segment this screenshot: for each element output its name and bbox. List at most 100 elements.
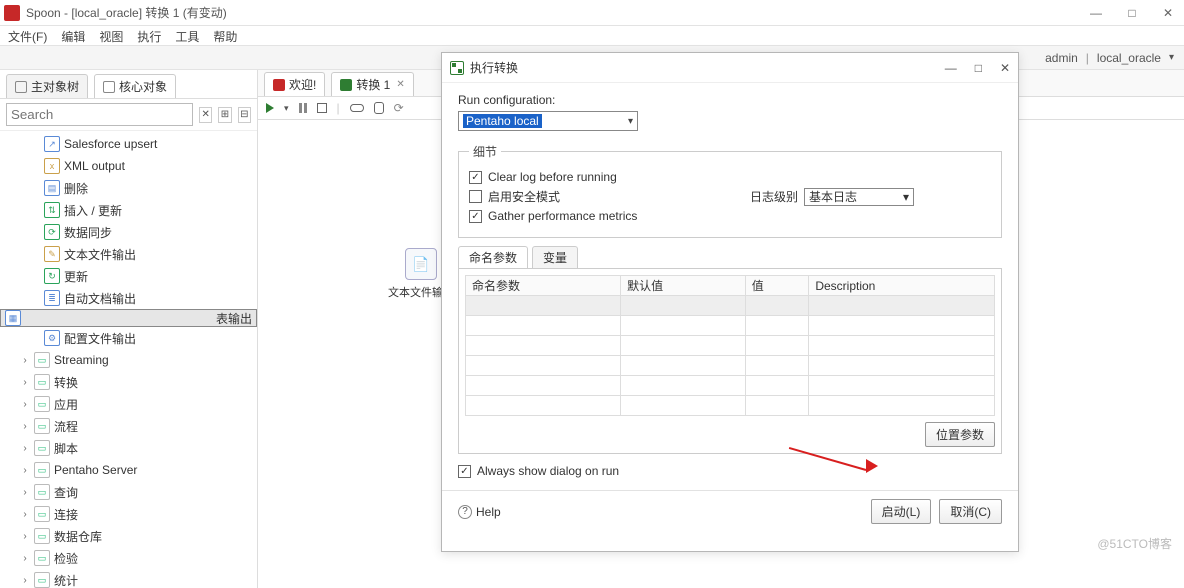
window-close-button[interactable]: ✕: [1162, 7, 1174, 19]
folder-icon: ▭: [34, 484, 50, 500]
tree-folder[interactable]: ›▭Pentaho Server: [0, 459, 257, 481]
tab-named-params[interactable]: 命名参数: [458, 246, 528, 268]
tree-folder-label: 脚本: [54, 440, 78, 457]
tree-folder-label: 数据仓库: [54, 528, 102, 545]
dialog-close-button[interactable]: ✕: [1000, 61, 1010, 75]
position-params-button[interactable]: 位置参数: [925, 422, 995, 447]
chevron-right-icon: ›: [20, 399, 30, 410]
tree-folder-label: 连接: [54, 506, 78, 523]
checkbox-always-show[interactable]: ✓: [458, 465, 471, 478]
identity-chevron-icon[interactable]: ▾: [1169, 52, 1174, 63]
tree-item[interactable]: ⚙配置文件输出: [0, 327, 257, 349]
debug-icon[interactable]: [374, 102, 384, 114]
tree-folder-label: 查询: [54, 484, 78, 501]
tab-welcome[interactable]: 欢迎!: [264, 72, 325, 96]
cancel-button[interactable]: 取消(C): [939, 499, 1002, 524]
tree-item[interactable]: xXML output: [0, 155, 257, 177]
identity-user: admin: [1045, 51, 1078, 65]
tree-folder[interactable]: ›▭查询: [0, 481, 257, 503]
checkbox-always-show-label: Always show dialog on run: [477, 464, 619, 478]
menu-help[interactable]: 帮助: [213, 28, 237, 43]
folder-icon: ▭: [34, 396, 50, 412]
tree-item[interactable]: ≣自动文档输出: [0, 287, 257, 309]
tree-folder-label: 流程: [54, 418, 78, 435]
th-default[interactable]: 默认值: [621, 276, 746, 296]
tree-folder[interactable]: ›▭数据仓库: [0, 525, 257, 547]
replay-icon[interactable]: ⟳: [394, 101, 404, 115]
table-row[interactable]: [466, 356, 995, 376]
checkbox-gather-perf[interactable]: ✓: [469, 210, 482, 223]
tree-folder[interactable]: ›▭连接: [0, 503, 257, 525]
tree-folder[interactable]: ›▭转换: [0, 371, 257, 393]
folder-icon: ▭: [34, 572, 50, 588]
menu-run[interactable]: 执行: [137, 28, 161, 43]
th-value[interactable]: 值: [745, 276, 809, 296]
window-minimize-button[interactable]: —: [1090, 7, 1102, 19]
tree-item[interactable]: ✎文本文件输出: [0, 243, 257, 265]
tree-item[interactable]: ⇅插入 / 更新: [0, 199, 257, 221]
tree-folder[interactable]: ›▭脚本: [0, 437, 257, 459]
table-row[interactable]: [466, 316, 995, 336]
left-panel: 主对象树 核心对象 ✕ ⊞ ⊟ ↗Salesforce upsert xXML …: [0, 70, 258, 588]
menu-view[interactable]: 视图: [99, 28, 123, 43]
tab-core-objects[interactable]: 核心对象: [94, 74, 176, 98]
help-button[interactable]: ?Help: [458, 505, 501, 519]
run-icon[interactable]: [266, 103, 274, 113]
annotation-arrow-icon: [866, 459, 878, 473]
collapse-all-icon[interactable]: ⊟: [238, 107, 251, 123]
launch-button[interactable]: 启动(L): [871, 499, 932, 524]
log-level-select[interactable]: 基本日志▾: [804, 188, 914, 206]
menu-tools[interactable]: 工具: [175, 28, 199, 43]
tab-close-icon[interactable]: ✕: [396, 79, 404, 90]
table-row[interactable]: [466, 336, 995, 356]
search-input[interactable]: [6, 103, 193, 126]
search-clear-icon[interactable]: ✕: [199, 107, 212, 123]
title-bar: Spoon - [local_oracle] 转换 1 (有变动) — □ ✕: [0, 0, 1184, 26]
pause-icon[interactable]: [299, 103, 307, 113]
step-icon: ≣: [44, 290, 60, 306]
tree-icon: [15, 81, 27, 93]
th-name[interactable]: 命名参数: [466, 276, 621, 296]
dialog-maximize-button[interactable]: □: [975, 61, 982, 75]
tree-item[interactable]: ⟳数据同步: [0, 221, 257, 243]
run-dropdown-icon[interactable]: ▾: [284, 103, 289, 114]
dialog-minimize-button[interactable]: —: [945, 61, 957, 75]
menu-edit[interactable]: 编辑: [61, 28, 85, 43]
menu-file[interactable]: 文件(F): [8, 28, 47, 43]
params-panel: 命名参数 默认值 值 Description 位置参数: [458, 269, 1002, 454]
checkbox-clear-log[interactable]: ✓: [469, 171, 482, 184]
tree-folder[interactable]: ›▭应用: [0, 393, 257, 415]
table-row[interactable]: [466, 396, 995, 416]
tree-folder-label: Pentaho Server: [54, 463, 137, 477]
tree-folder[interactable]: ›▭检验: [0, 547, 257, 569]
expand-all-icon[interactable]: ⊞: [218, 107, 231, 123]
th-description[interactable]: Description: [809, 276, 995, 296]
table-row[interactable]: [466, 376, 995, 396]
tree-folder[interactable]: ›▭Streaming: [0, 349, 257, 371]
tree-item[interactable]: ↻更新: [0, 265, 257, 287]
preview-icon[interactable]: [350, 104, 364, 112]
tree-item[interactable]: ▤删除: [0, 177, 257, 199]
step-icon: ▤: [44, 180, 60, 196]
text-file-input-icon: 📄: [405, 248, 437, 280]
tree-folder-label: 转换: [54, 374, 78, 391]
help-icon: ?: [458, 505, 472, 519]
run-config-combo[interactable]: Pentaho local ▾: [458, 111, 638, 131]
tree-folder[interactable]: ›▭流程: [0, 415, 257, 437]
chevron-right-icon: ›: [20, 421, 30, 432]
identity-repo: local_oracle: [1097, 51, 1161, 65]
tree-folder[interactable]: ›▭统计: [0, 569, 257, 588]
window-maximize-button[interactable]: □: [1126, 7, 1138, 19]
stop-icon[interactable]: [317, 103, 327, 113]
run-dialog: 执行转换 — □ ✕ Run configuration: Pentaho lo…: [441, 52, 1019, 552]
tree-item[interactable]: ↗Salesforce upsert: [0, 133, 257, 155]
tab-main-tree[interactable]: 主对象树: [6, 74, 88, 98]
identity-sep: |: [1086, 51, 1089, 65]
table-row[interactable]: [466, 296, 995, 316]
checkbox-safe-mode[interactable]: [469, 190, 482, 203]
tab-trans-1[interactable]: 转换 1✕: [331, 72, 413, 96]
tree-item-table-output[interactable]: ▦表输出: [0, 309, 257, 327]
welcome-icon: [273, 79, 285, 91]
step-icon: ⚙: [44, 330, 60, 346]
tab-variables[interactable]: 变量: [532, 246, 578, 268]
